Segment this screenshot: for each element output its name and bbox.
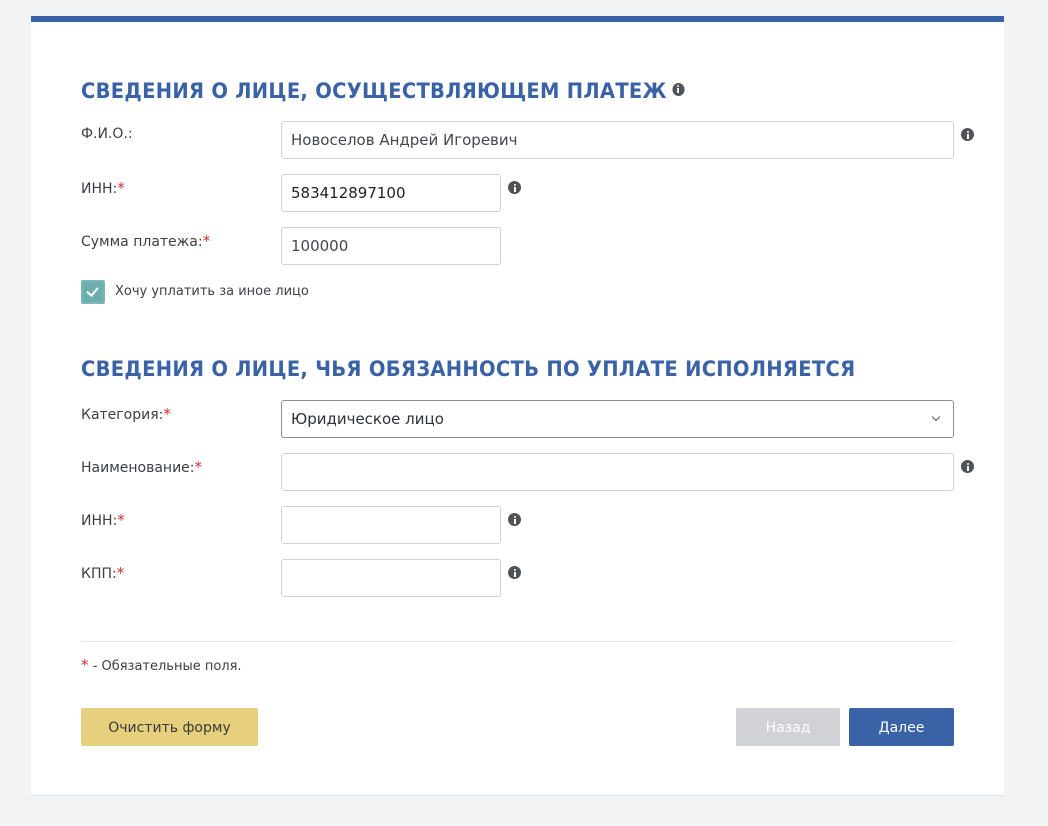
divider [81,641,954,642]
category-select[interactable]: Юридическое лицо [281,400,954,438]
organization-name-field[interactable] [281,453,954,491]
required-marker: * [163,405,171,423]
payer-inn-label: ИНН:* [81,179,125,197]
other-person-checkbox-label[interactable]: Хочу уплатить за иное лицо [115,284,309,299]
clear-form-button[interactable]: Очистить форму [81,708,258,746]
required-marker: * [81,656,89,674]
required-marker: * [116,564,125,582]
required-fields-note-text: - Обязательные поля. [88,659,242,674]
name-label-text: Наименование: [81,460,195,476]
info-icon[interactable] [961,460,974,473]
obligor-section-title: СВЕДЕНИЯ О ЛИЦЕ, ЧЬЯ ОБЯЗАННОСТЬ ПО УПЛА… [81,357,855,381]
obligor-inn-label-text: ИНН: [81,513,118,529]
name-label: Наименование:* [81,458,202,476]
payer-section-title-text: СВЕДЕНИЯ О ЛИЦЕ, ОСУЩЕСТВЛЯЮЩЕМ ПЛАТЕЖ [81,79,667,103]
required-fields-note: * - Обязательные поля. [81,656,242,674]
info-icon[interactable] [508,566,521,579]
fio-label: Ф.И.О.: [81,126,133,142]
required-marker: * [117,179,125,197]
other-person-checkbox[interactable] [81,280,105,304]
fio-field[interactable] [281,121,954,159]
form-panel: СВЕДЕНИЯ О ЛИЦЕ, ОСУЩЕСТВЛЯЮЩЕМ ПЛАТЕЖ Ф… [31,16,1004,796]
info-icon[interactable] [508,513,521,526]
next-button[interactable]: Далее [849,708,954,746]
kpp-label-text: КПП: [81,566,117,582]
obligor-section-title-text: СВЕДЕНИЯ О ЛИЦЕ, ЧЬЯ ОБЯЗАННОСТЬ ПО УПЛА… [81,357,856,381]
info-icon[interactable] [672,82,685,96]
required-marker: * [194,458,203,476]
required-marker: * [117,511,125,529]
obligor-inn-label: ИНН:* [81,511,125,529]
payer-inn-field[interactable] [281,174,501,212]
payer-inn-label-text: ИНН: [81,181,118,197]
chevron-down-icon [931,412,941,422]
info-icon[interactable] [961,128,974,141]
info-icon[interactable] [508,181,521,194]
obligor-inn-field[interactable] [281,506,501,544]
payment-sum-field[interactable] [281,227,501,265]
sum-label-text: Сумма платежа: [81,234,203,250]
category-label-text: Категория: [81,407,164,423]
category-selected-value: Юридическое лицо [291,410,444,428]
payer-section-title: СВЕДЕНИЯ О ЛИЦЕ, ОСУЩЕСТВЛЯЮЩЕМ ПЛАТЕЖ [81,79,685,103]
kpp-label: КПП:* [81,564,124,582]
required-marker: * [202,232,211,250]
kpp-field[interactable] [281,559,501,597]
category-label: Категория:* [81,405,171,423]
fio-label-text: Ф.И.О.: [81,126,133,142]
back-button[interactable]: Назад [736,708,840,746]
sum-label: Сумма платежа:* [81,232,210,250]
